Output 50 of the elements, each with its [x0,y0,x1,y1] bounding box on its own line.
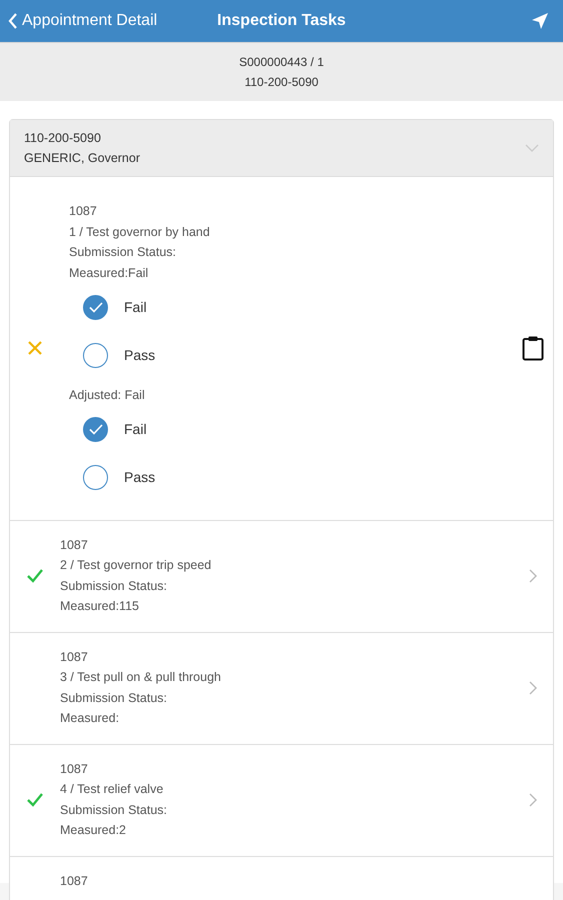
submission-status: Submission Status: [60,802,168,818]
equipment-number: 110-200-5090 [244,75,318,89]
measured-value: Measured:Fail [69,264,150,282]
task-row[interactable]: 1087 1 / Test governor by hand Submission Status: Measured:Fail Fail Pass Adjusted: Fail Fail Pass [10,177,553,520]
order-number: S000000443 / 1 [239,55,324,69]
checkmark-icon [88,424,102,435]
task-row[interactable]: 1087 2 / Test governor trip speed Submission Status: Measured:115 [10,520,553,632]
task-code: 1087 [69,203,98,220]
submission-status: Submission Status: [69,244,177,261]
task-row[interactable]: 1087 4 / Test relief valve Submission Status: Measured:2 [10,744,553,856]
task-code: 1087 [60,872,89,890]
checkmark-icon [27,569,43,583]
radio-button[interactable] [83,294,108,320]
task-row[interactable]: 1087 3 / Test pull on & pull through Submission Status: Measured: [10,632,553,744]
measured-value: Measured:115 [60,598,140,615]
group-name: GENERIC, Governor [24,151,140,165]
task-title: 2 / Test governor trip speed [60,557,212,574]
clipboard-icon[interactable] [522,335,544,362]
chevron-icon [529,681,537,695]
screen-title: Inspection Tasks [217,12,346,30]
checkmark-icon [27,793,43,807]
group-number: 110-200-5090 [24,131,102,145]
adjusted-value: Adjusted: Fail [69,387,146,404]
send-icon[interactable] [531,12,549,30]
option-label: Pass [124,468,156,488]
measured-value: Measured: [60,710,120,727]
radio-button[interactable] [83,417,108,442]
back-button[interactable]: Appointment Detail [0,11,164,31]
group-header[interactable]: 110-200-5090 GENERIC, Governor [10,120,553,177]
radio-button[interactable] [83,465,108,490]
radio-button[interactable] [83,342,108,368]
task-title: 1 / Test governor by hand [69,224,211,241]
task-code: 1087 [60,536,89,554]
cross-icon [28,341,42,356]
option-label: Pass [124,346,156,365]
chevron-icon [8,13,18,29]
chevron-icon [529,793,537,807]
checkmark-icon [88,302,102,312]
chevron-icon [529,569,537,583]
task-code: 1087 [60,760,89,778]
chevron-icon [525,144,539,152]
task-code: 1087 [60,648,89,666]
task-row[interactable]: 1087 [10,856,553,900]
option-label: Fail [124,298,147,317]
submission-status: Submission Status: [60,690,168,706]
task-title: 3 / Test pull on & pull through [60,669,222,686]
option-label: Fail [124,420,147,440]
submission-status: Submission Status: [60,578,168,594]
measured-value: Measured:2 [60,822,128,839]
task-title: 4 / Test relief valve [60,781,164,798]
